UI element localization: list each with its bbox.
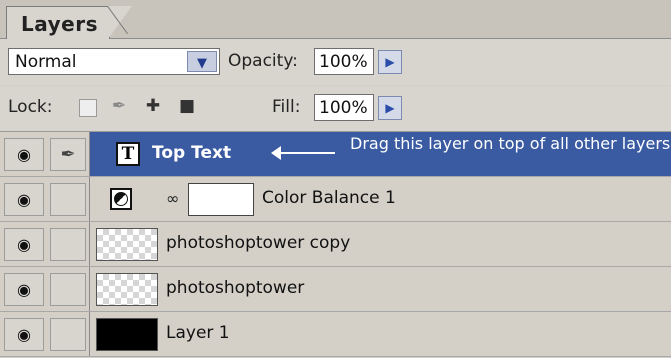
visibility-eye-icon[interactable]: ◉	[4, 228, 44, 261]
link-slot[interactable]	[50, 228, 86, 261]
fill-value: 100%	[319, 98, 368, 118]
layer-row-top-text[interactable]: ◉ ✒ T Top Text Drag this layer on top of…	[0, 132, 671, 177]
layer-thumbnail	[96, 273, 158, 306]
adjustment-layer-icon	[110, 188, 132, 210]
lock-label: Lock:	[8, 97, 53, 117]
layer-row-photoshoptower-copy[interactable]: ◉ photoshoptower copy	[0, 222, 671, 267]
annotation-note: Drag this layer on top of all other laye…	[350, 134, 671, 153]
chain-link-icon[interactable]: ∞	[166, 189, 179, 208]
blend-mode-select[interactable]: Normal ▼	[8, 48, 220, 75]
fill-label: Fill:	[272, 97, 301, 117]
annotation-arrow-line	[275, 152, 335, 154]
blend-options-row: Normal ▼ Opacity: 100% ▶	[0, 39, 671, 85]
link-slot[interactable]	[50, 318, 86, 351]
opacity-label: Opacity:	[228, 51, 298, 71]
layer-name: Layer 1	[166, 323, 230, 343]
layer-content[interactable]: ∞ Color Balance 1	[90, 177, 671, 221]
layer-thumbnail	[96, 228, 158, 261]
link-slot[interactable]	[50, 273, 86, 306]
blend-mode-value: Normal	[15, 52, 77, 72]
opacity-input[interactable]: 100%	[314, 48, 374, 75]
active-brush-icon[interactable]: ✒	[50, 138, 86, 171]
layer-name: Color Balance 1	[262, 188, 396, 208]
layer-name: Top Text	[152, 143, 232, 163]
layer-thumbnail	[96, 318, 158, 351]
visibility-eye-icon[interactable]: ◉	[4, 318, 44, 351]
lock-image-brush-icon[interactable]: ✒	[108, 96, 130, 118]
chevron-down-icon[interactable]: ▼	[187, 51, 217, 72]
visibility-eye-icon[interactable]: ◉	[4, 273, 44, 306]
layer-mask-thumbnail[interactable]	[188, 183, 254, 216]
link-slot[interactable]	[50, 183, 86, 216]
layer-row-color-balance[interactable]: ◉ ∞ Color Balance 1	[0, 177, 671, 222]
fill-input[interactable]: 100%	[314, 94, 374, 121]
opacity-slider-button[interactable]: ▶	[378, 50, 402, 74]
layer-content[interactable]: photoshoptower	[90, 267, 671, 311]
layer-row-photoshoptower[interactable]: ◉ photoshoptower	[0, 267, 671, 312]
fill-slider-button[interactable]: ▶	[378, 96, 402, 120]
layer-row-layer-1[interactable]: ◉ Layer 1	[0, 312, 671, 357]
layer-name: photoshoptower copy	[166, 233, 351, 253]
panel-tab-bar: Layers	[0, 0, 671, 39]
tab-layers-label: Layers	[21, 12, 98, 36]
tab-edge	[108, 6, 132, 39]
layer-name: photoshoptower	[166, 278, 305, 298]
lock-position-move-icon[interactable]: ✚	[142, 96, 164, 118]
layers-panel: Layers Normal ▼ Opacity: 100% ▶ Lock: ✒ …	[0, 0, 671, 358]
tab-layers[interactable]: Layers	[6, 6, 110, 39]
triangle-right-icon: ▶	[385, 101, 395, 115]
layers-list: ◉ ✒ T Top Text Drag this layer on top of…	[0, 132, 671, 358]
lock-fill-row: Lock: ✒ ✚ ■ Fill: 100% ▶	[0, 86, 671, 132]
lock-all-padlock-icon[interactable]: ■	[176, 96, 198, 118]
layer-content[interactable]: T Top Text Drag this layer on top of all…	[90, 132, 671, 176]
layer-content[interactable]: Layer 1	[90, 312, 671, 356]
layer-content[interactable]: photoshoptower copy	[90, 222, 671, 266]
opacity-value: 100%	[319, 52, 368, 72]
visibility-eye-icon[interactable]: ◉	[4, 183, 44, 216]
lock-transparency-icon[interactable]	[76, 96, 98, 118]
visibility-eye-icon[interactable]: ◉	[4, 138, 44, 171]
text-layer-icon: T	[116, 142, 140, 166]
triangle-right-icon: ▶	[385, 55, 395, 69]
